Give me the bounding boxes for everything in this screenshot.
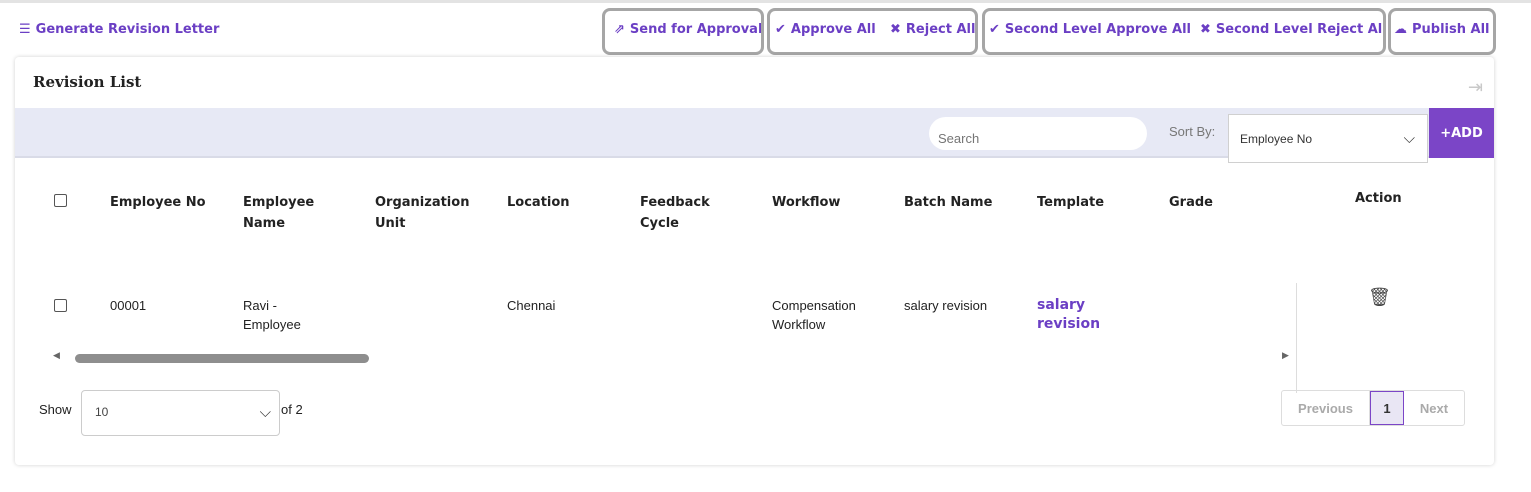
search-input[interactable] (929, 117, 1147, 150)
scroll-left-arrow-icon[interactable]: ◀ (53, 351, 60, 361)
chevron-down-icon: ⌵ (259, 403, 271, 421)
page-size-select[interactable]: 10 ⌵ (81, 390, 280, 436)
scroll-right-arrow-icon[interactable]: ▶ (1282, 351, 1289, 361)
cell-workflow: Compensation Workflow (772, 298, 856, 332)
trash-icon[interactable]: 🗑 (1368, 287, 1391, 308)
column-header-organization-unit[interactable]: Organization Unit (375, 192, 485, 234)
cell-batch-name: salary revision (904, 298, 988, 313)
add-button[interactable]: +ADD (1429, 108, 1494, 158)
column-header-grade[interactable]: Grade (1169, 192, 1213, 213)
next-page-button[interactable]: Next (1404, 391, 1464, 425)
column-header-employee-name[interactable]: Employee Name (243, 192, 343, 234)
export-icon[interactable]: ⇥ (1468, 77, 1483, 98)
sort-by-value: Employee No (1240, 132, 1313, 146)
previous-page-button[interactable]: Previous (1282, 391, 1370, 425)
column-header-workflow[interactable]: Workflow (772, 192, 840, 213)
pagination: Previous 1 Next (1281, 390, 1465, 426)
filter-bar: Sort By: Employee No ⌵ +ADD (15, 108, 1494, 163)
sort-by-label: Sort By: (1169, 124, 1216, 139)
page-count-label: of 2 (281, 402, 303, 417)
cell-employee-no: 00001 (110, 298, 147, 313)
current-page-button[interactable]: 1 (1370, 391, 1404, 425)
column-header-employee-no[interactable]: Employee No (110, 192, 206, 213)
scrollbar-thumb[interactable] (75, 354, 369, 363)
column-header-action: Action (1355, 191, 1402, 206)
show-label: Show (39, 402, 72, 417)
column-header-feedback-cycle[interactable]: Feedback Cycle (640, 192, 730, 234)
sort-by-select[interactable]: Employee No ⌵ (1228, 114, 1428, 163)
chevron-down-icon: ⌵ (1403, 129, 1415, 147)
cell-location: Chennai (507, 298, 556, 313)
cell-template-link[interactable]: salary revision (1037, 296, 1117, 334)
cell-employee-name: Ravi - Employee (243, 298, 301, 332)
card-title: Revision List (33, 73, 142, 91)
page-size-value: 10 (95, 405, 109, 419)
column-header-batch-name[interactable]: Batch Name (904, 192, 992, 213)
column-header-location[interactable]: Location (507, 192, 570, 213)
column-divider (1296, 283, 1297, 393)
select-all-checkbox[interactable] (54, 194, 67, 207)
row-checkbox[interactable] (54, 299, 67, 312)
horizontal-scrollbar[interactable]: ◀ ▶ (40, 351, 1289, 365)
column-header-template[interactable]: Template (1037, 192, 1104, 213)
